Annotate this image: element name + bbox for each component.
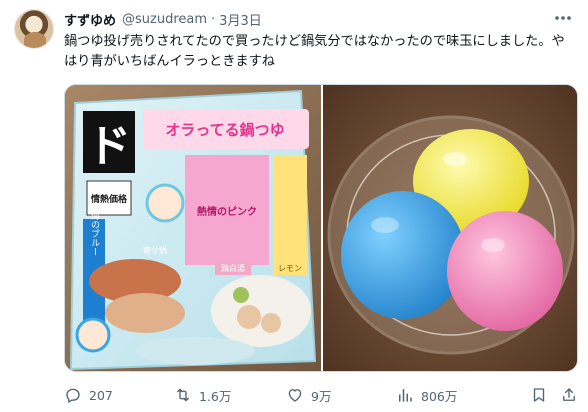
package-seafood-label: 寄せ鍋 <box>143 245 167 255</box>
tweet-date[interactable]: 3月3日 <box>219 10 262 29</box>
tweet: すずゆめ @suzudream · 3月3日 鍋つゆ投げ売りされてたので買ったけ… <box>0 0 588 412</box>
bookmark-button[interactable] <box>530 384 548 406</box>
package-pork-label: 鶏白湯 <box>221 263 245 273</box>
media-grid: ド オラってる鍋つゆ 情熱価格 青海のブルー 熱情のピンク レモン 寄せ鍋 鶏白… <box>64 84 578 372</box>
retweet-count: 1.6万 <box>199 388 232 404</box>
like-count: 9万 <box>311 388 332 404</box>
reply-button[interactable]: 207 <box>64 384 113 406</box>
retweet-icon <box>177 388 189 402</box>
like-button[interactable]: 9万 <box>286 384 331 406</box>
user-handle[interactable]: @suzudream <box>122 12 207 27</box>
more-button[interactable] <box>552 8 574 28</box>
views-button[interactable]: 806万 <box>396 384 457 406</box>
photo-package[interactable]: ド オラってる鍋つゆ 情熱価格 青海のブルー 熱情のピンク レモン 寄せ鍋 鶏白… <box>65 85 321 371</box>
package-title: オラってる鍋つゆ <box>165 121 284 139</box>
package-blue-label: 青海のブルー <box>89 201 100 256</box>
tweet-header: すずゆめ @suzudream · 3月3日 <box>64 10 262 29</box>
views-chart-icon <box>399 389 412 402</box>
retweet-button[interactable]: 1.6万 <box>174 384 231 406</box>
bookmark-icon <box>533 388 545 402</box>
eggs-illustration <box>323 85 577 371</box>
package-lemon-label: レモン <box>278 264 302 273</box>
more-dots-icon <box>555 16 571 20</box>
display-name[interactable]: すずゆめ <box>64 10 116 29</box>
action-bar: 207 1.6万 9万 806万 <box>64 384 576 406</box>
share-icon <box>563 388 575 401</box>
header-separator: · <box>211 11 216 27</box>
reply-count: 207 <box>89 387 113 403</box>
blue-egg <box>341 191 465 319</box>
reply-icon <box>66 388 80 403</box>
pink-egg <box>447 211 563 331</box>
heart-icon <box>288 389 302 402</box>
package-illustration: ド オラってる鍋つゆ 情熱価格 青海のブルー 熱情のピンク レモン 寄せ鍋 鶏白… <box>65 85 321 371</box>
package-pink-label: 熱情のピンク <box>197 205 257 218</box>
avatar[interactable] <box>14 9 54 49</box>
view-count: 806万 <box>421 388 458 404</box>
photo-eggs[interactable] <box>323 85 577 371</box>
tweet-text: 鍋つゆ投げ売りされてたので買ったけど鍋気分ではなかったので味玉にしました。やはり… <box>64 34 565 69</box>
package-logo-text: ド <box>87 121 131 172</box>
share-button[interactable] <box>560 384 578 406</box>
